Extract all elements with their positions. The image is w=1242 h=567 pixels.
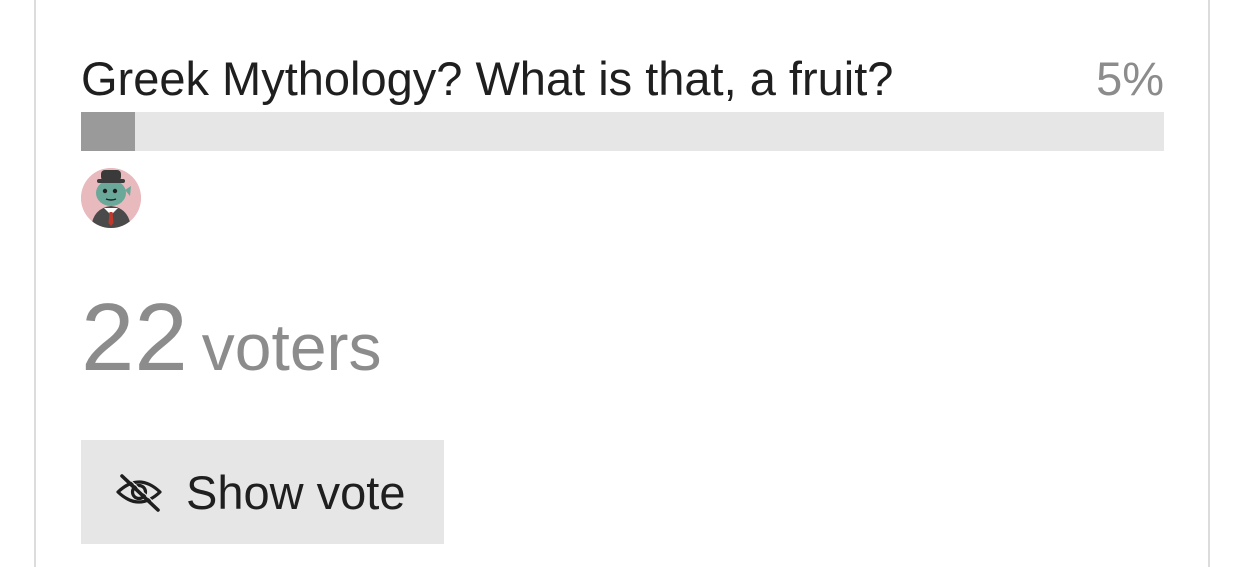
poll-option-progress-fill [81,112,136,151]
eye-slash-icon [114,472,164,512]
show-vote-label: Show vote [186,465,406,519]
avatar-illustration [81,168,141,228]
poll-option-progress-bar [81,112,1164,151]
poll-option-row: Greek Mythology? What is that, a fruit? … [81,50,1164,106]
poll-option-percent: 5% [1096,51,1164,105]
voter-count-label: voters [201,310,382,384]
voter-avatar[interactable] [81,168,141,228]
voter-count-summary: 22 voters [81,290,382,386]
poll-option-label: Greek Mythology? What is that, a fruit? [81,51,894,105]
show-vote-button[interactable]: Show vote [81,440,444,544]
voter-count: 22 [81,284,188,391]
